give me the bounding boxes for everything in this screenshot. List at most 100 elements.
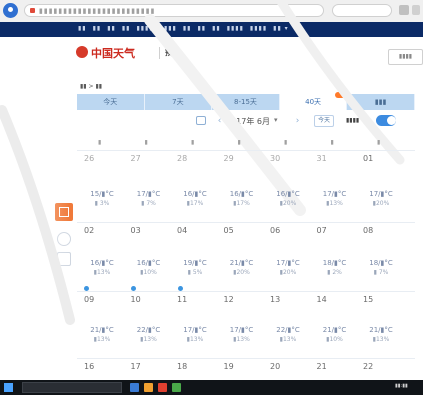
nav-item[interactable]: ▮▮ <box>197 25 206 32</box>
day-number[interactable]: 27 <box>131 154 141 163</box>
day-weather[interactable]: 21/▮°C ▮13% <box>80 326 124 344</box>
temperature-range: 16/▮°C <box>229 190 254 198</box>
browser-extension-icon[interactable] <box>412 5 420 15</box>
day-number[interactable]: 11 <box>177 295 187 304</box>
day-number[interactable]: 04 <box>177 226 187 235</box>
day-weather[interactable]: 18/▮°C ▮ 7% <box>359 259 403 277</box>
row-divider <box>77 222 415 223</box>
day-weather[interactable]: 17/▮°C ▮13% <box>173 326 217 344</box>
day-weather[interactable]: 16/▮°C ▮13% <box>80 259 124 277</box>
day-number[interactable]: 28 <box>177 154 187 163</box>
day-number[interactable]: 21 <box>317 362 327 371</box>
day-weather[interactable]: 22/▮°C ▮13% <box>266 326 310 344</box>
day-number[interactable]: 09 <box>84 295 94 304</box>
day-number[interactable]: 15 <box>363 295 373 304</box>
day-number[interactable]: 18 <box>177 362 187 371</box>
weekday-label: ▮ <box>377 139 381 146</box>
day-weather[interactable]: 17/▮°C ▮ 7% <box>127 190 171 208</box>
day-number[interactable]: 17 <box>131 362 141 371</box>
breadcrumb[interactable]: ▮▮ > ▮▮ <box>80 83 102 90</box>
nav-item[interactable]: ▮▮ <box>78 25 87 32</box>
day-number[interactable]: 12 <box>224 295 234 304</box>
nav-item[interactable]: ▮▮▮▮ <box>250 25 267 32</box>
day-weather[interactable]: 17/▮°C ▮13% <box>220 326 264 344</box>
tab-5[interactable]: ▮▮▮ <box>347 94 415 110</box>
day-weather[interactable]: 21/▮°C ▮10% <box>313 326 357 344</box>
browser-search-input[interactable] <box>332 4 392 17</box>
file-explorer-icon[interactable] <box>130 383 139 392</box>
day-number[interactable]: 06 <box>270 226 280 235</box>
day-weather[interactable]: 21/▮°C ▮13% <box>359 326 403 344</box>
today-button[interactable]: 今天 <box>314 115 334 127</box>
tab-3[interactable]: 8-15天 <box>212 94 280 110</box>
day-number[interactable]: 08 <box>363 226 373 235</box>
day-weather[interactable]: 21/▮°C ▮20% <box>220 259 264 277</box>
day-number[interactable]: 29 <box>224 154 234 163</box>
chevron-down-icon[interactable]: ▾ <box>274 116 278 124</box>
taskbar-search-input[interactable] <box>22 382 122 393</box>
weekday-label: ▮ <box>284 139 288 146</box>
home-icon[interactable] <box>196 116 206 125</box>
logo-emblem-icon <box>76 46 88 58</box>
day-weather[interactable]: 16/▮°C ▮17% <box>220 190 264 208</box>
temperature-range: 18/▮°C <box>369 259 393 267</box>
day-number[interactable]: 19 <box>224 362 234 371</box>
next-month-button[interactable]: › <box>293 115 302 127</box>
day-number[interactable]: 10 <box>131 295 141 304</box>
browser-app-icon[interactable] <box>158 383 167 392</box>
day-weather[interactable]: 17/▮°C ▮20% <box>359 190 403 208</box>
day-weather[interactable]: 16/▮°C ▮10% <box>127 259 171 277</box>
day-weather[interactable]: 16/▮°C ▮17% <box>173 190 217 208</box>
folder-icon[interactable] <box>144 383 153 392</box>
day-number[interactable]: 02 <box>84 226 94 235</box>
day-number[interactable]: 07 <box>317 226 327 235</box>
day-number[interactable]: 03 <box>131 226 141 235</box>
day-weather[interactable]: 19/▮°C ▮ 5% <box>173 259 217 277</box>
day-number[interactable]: 05 <box>224 226 234 235</box>
nav-item[interactable]: ▮▮▮▮ <box>227 25 244 32</box>
day-number[interactable]: 01 <box>363 154 373 163</box>
feedback-icon[interactable] <box>57 232 71 246</box>
tab-1[interactable]: 今天 <box>77 94 145 110</box>
start-icon[interactable] <box>4 383 13 392</box>
weekday-label: ▮ <box>237 139 241 146</box>
browser-menu-icon[interactable] <box>399 5 409 15</box>
day-number[interactable]: 16 <box>84 362 94 371</box>
nav-item[interactable]: ▮▮ ▾ <box>273 25 289 32</box>
temperature-range: 18/▮°C <box>322 259 347 267</box>
day-number[interactable]: 20 <box>270 362 280 371</box>
nav-item[interactable]: ▮▮ <box>122 25 131 32</box>
day-number[interactable]: 26 <box>84 154 94 163</box>
qr-code-icon[interactable] <box>55 203 73 221</box>
day-number[interactable]: 31 <box>317 154 327 163</box>
nav-item[interactable]: ▮▮▮▮ <box>136 25 153 32</box>
day-number[interactable]: 14 <box>317 295 327 304</box>
login-button[interactable]: ▮▮▮▮ <box>388 49 423 65</box>
day-weather[interactable]: 22/▮°C ▮13% <box>127 326 171 344</box>
day-number[interactable]: 30 <box>270 154 280 163</box>
day-weather[interactable]: 16/▮°C ▮20% <box>266 190 310 208</box>
nav-item[interactable]: ▮▮ <box>183 25 192 32</box>
app-icon[interactable] <box>172 383 181 392</box>
month-select[interactable]: 2017年 6月 <box>226 116 270 127</box>
day-weather[interactable]: 17/▮°C ▮13% <box>313 190 357 208</box>
day-weather[interactable]: 15/▮°C ▮ 3% <box>80 190 124 208</box>
temperature-range: 17/▮°C <box>229 326 254 334</box>
prev-month-button[interactable]: ‹ <box>215 115 224 127</box>
tab-2[interactable]: 7天 <box>145 94 213 110</box>
back-to-top-icon[interactable] <box>57 252 71 266</box>
address-bar[interactable]: ▮▮▮▮▮▮▮▮▮▮▮▮▮▮▮▮▮▮▮▮▮▮▮▮ <box>24 4 324 17</box>
site-logo-text[interactable]: 中国天气 <box>91 45 135 61</box>
day-number[interactable]: 22 <box>363 362 373 371</box>
nav-item[interactable]: ▮▮ <box>212 25 221 32</box>
nav-item[interactable]: ▮▮ <box>107 25 116 32</box>
taskbar-apps <box>130 383 181 392</box>
temperature-range: 17/▮°C <box>276 259 300 267</box>
temperature-range: 22/▮°C <box>136 326 161 334</box>
day-number[interactable]: 13 <box>270 295 280 304</box>
day-weather[interactable]: 18/▮°C ▮ 2% <box>313 259 357 277</box>
nav-item[interactable]: ▮▮▮▮ <box>160 25 177 32</box>
browser-logo-icon[interactable] <box>3 3 18 18</box>
day-weather[interactable]: 17/▮°C ▮20% <box>266 259 310 277</box>
nav-item[interactable]: ▮▮ <box>93 25 102 32</box>
